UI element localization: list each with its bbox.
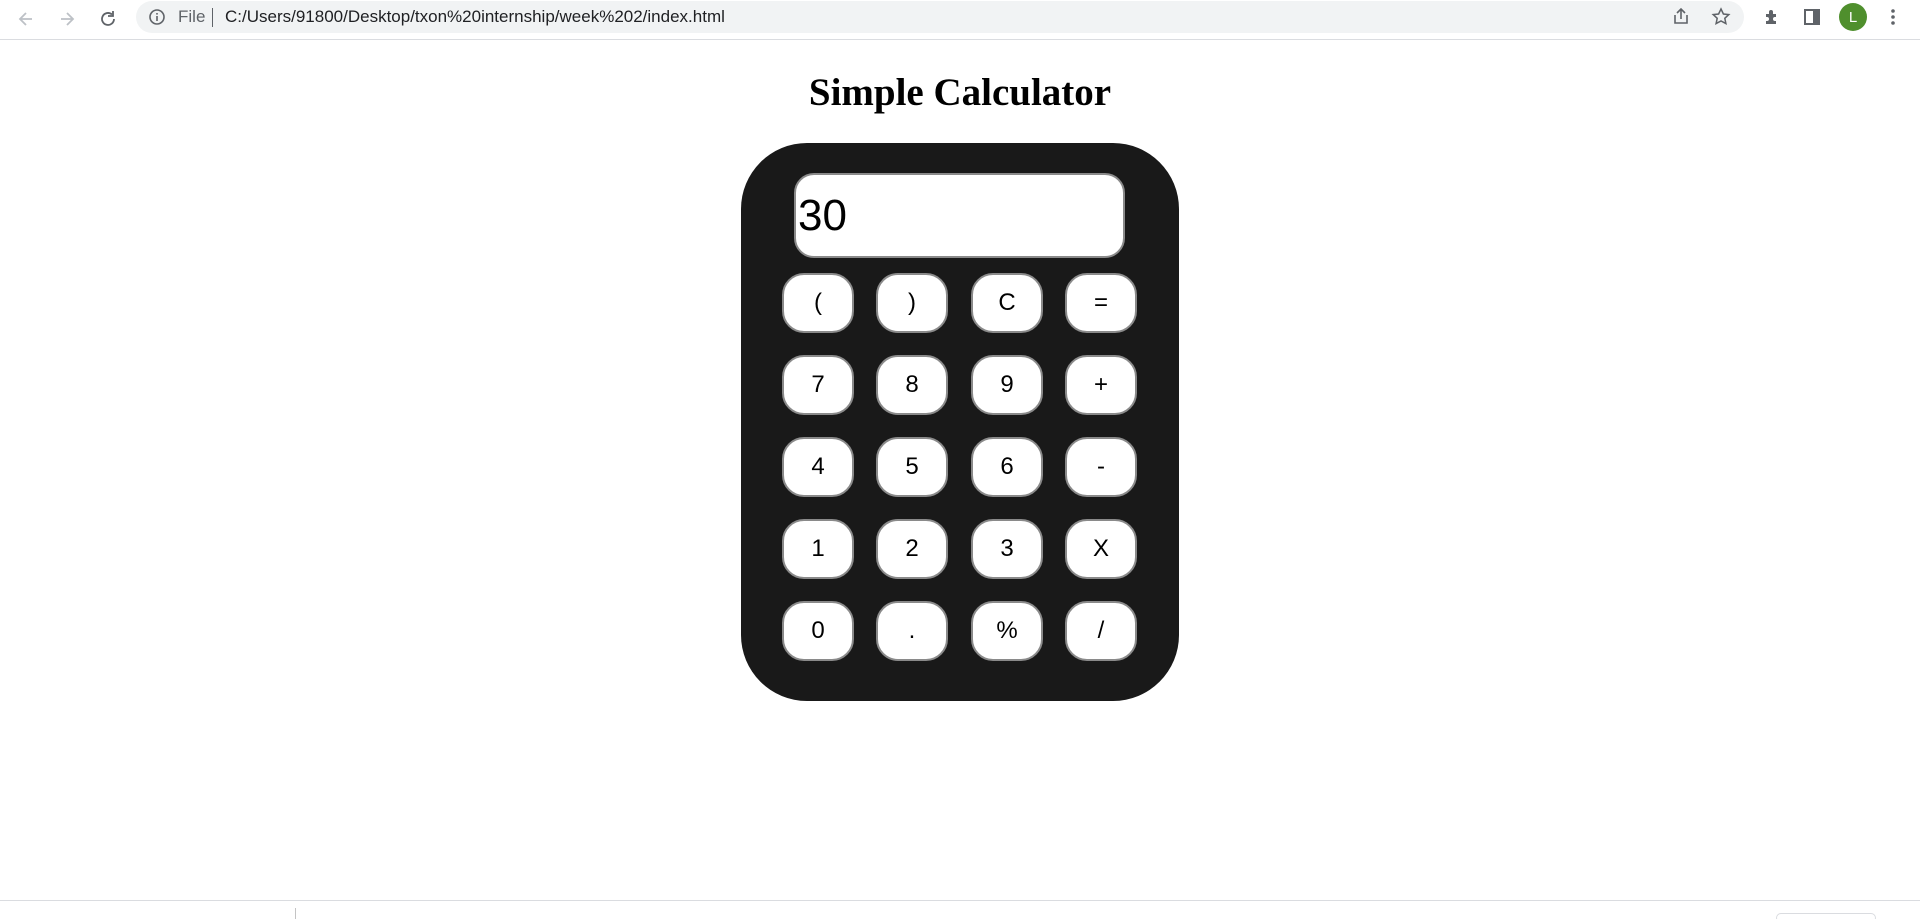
key-equals[interactable]: = [1065, 273, 1137, 333]
forward-arrow-icon[interactable] [52, 4, 82, 34]
key-open-paren[interactable]: ( [782, 273, 854, 333]
key-5[interactable]: 5 [876, 437, 948, 497]
key-1[interactable]: 1 [782, 519, 854, 579]
bottom-bar [0, 900, 1920, 919]
key-multiply[interactable]: X [1065, 519, 1137, 579]
scheme-label: File [178, 7, 206, 26]
key-minus[interactable]: - [1065, 437, 1137, 497]
key-3[interactable]: 3 [971, 519, 1043, 579]
key-clear[interactable]: C [971, 273, 1043, 333]
url-text[interactable]: C:/Users/91800/Desktop/txon%20internship… [225, 8, 725, 26]
key-9[interactable]: 9 [971, 355, 1043, 415]
bottom-divider [295, 908, 296, 919]
share-icon[interactable] [1671, 7, 1691, 27]
back-arrow-icon[interactable] [11, 4, 41, 34]
bottom-chip[interactable] [1776, 913, 1876, 919]
key-7[interactable]: 7 [782, 355, 854, 415]
key-percent[interactable]: % [971, 601, 1043, 661]
key-0[interactable]: 0 [782, 601, 854, 661]
info-icon[interactable] [148, 8, 166, 26]
key-decimal[interactable]: . [876, 601, 948, 661]
key-8[interactable]: 8 [876, 355, 948, 415]
address-bar[interactable]: File C:/Users/91800/Desktop/txon%20inter… [136, 1, 1744, 33]
star-icon[interactable] [1711, 7, 1731, 27]
key-plus[interactable]: + [1065, 355, 1137, 415]
calculator: 30 ( ) C = 7 8 9 + 4 5 6 - 1 2 3 X 0 . %… [741, 143, 1179, 701]
more-vertical-icon[interactable] [1882, 6, 1904, 28]
reload-icon[interactable] [93, 4, 123, 34]
key-2[interactable]: 2 [876, 519, 948, 579]
scheme-divider [212, 8, 213, 27]
page-title: Simple Calculator [808, 71, 1112, 114]
profile-avatar[interactable]: L [1839, 3, 1867, 31]
key-4[interactable]: 4 [782, 437, 854, 497]
browser-toolbar: File C:/Users/91800/Desktop/txon%20inter… [0, 0, 1920, 40]
key-6[interactable]: 6 [971, 437, 1043, 497]
key-close-paren[interactable]: ) [876, 273, 948, 333]
calculator-display[interactable]: 30 [794, 173, 1125, 258]
side-panel-icon[interactable] [1801, 6, 1823, 28]
extensions-icon[interactable] [1761, 6, 1783, 28]
key-divide[interactable]: / [1065, 601, 1137, 661]
